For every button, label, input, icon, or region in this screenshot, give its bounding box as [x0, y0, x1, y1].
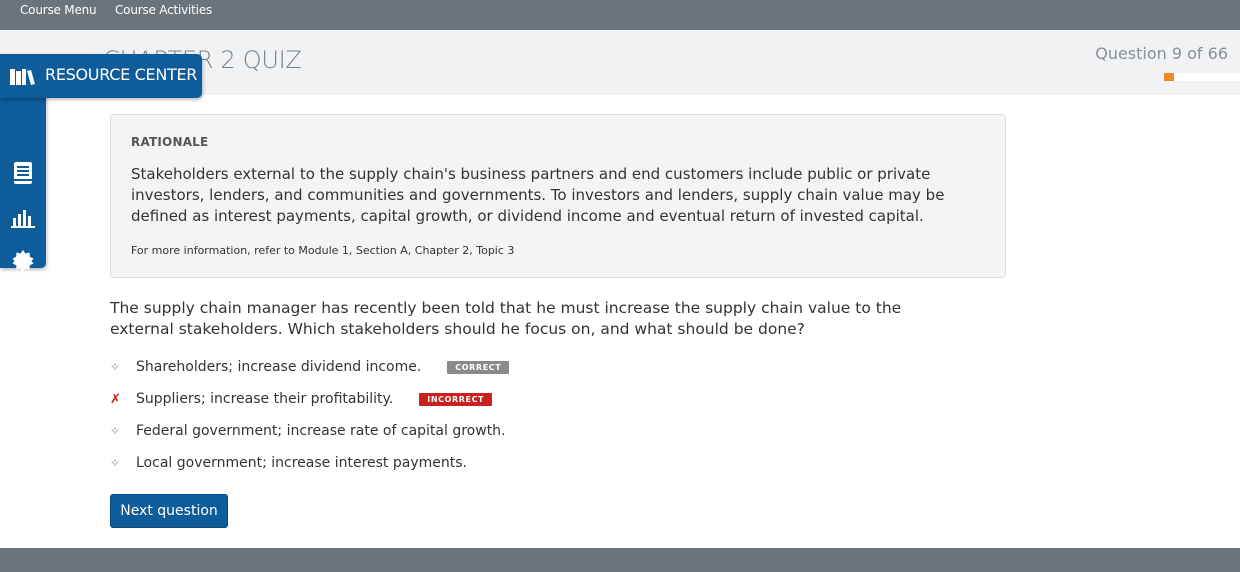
- books-icon: [10, 68, 36, 90]
- question-counter: Question 9 of 66: [1095, 44, 1228, 63]
- rationale-reference: For more information, refer to Module 1,…: [131, 244, 515, 257]
- course-activities-link[interactable]: Course Activities: [115, 3, 212, 17]
- answer-label: Suppliers; increase their profitability.: [136, 391, 394, 407]
- notebook-icon[interactable]: [11, 161, 35, 185]
- answer-marker-icon: ✧: [110, 456, 121, 470]
- rationale-panel: RATIONALE Stakeholders external to the s…: [110, 114, 1006, 278]
- progress-bar-fill: [1164, 73, 1175, 81]
- answer-marker-icon: ✧: [110, 360, 121, 374]
- answer-label: Local government; increase interest paym…: [136, 455, 467, 471]
- gear-icon[interactable]: [11, 249, 35, 273]
- answer-label: Shareholders; increase dividend income.: [136, 359, 422, 375]
- progress-bar: [1164, 73, 1240, 81]
- rationale-body: Stakeholders external to the supply chai…: [131, 165, 945, 225]
- incorrect-badge: INCORRECT: [419, 392, 493, 406]
- answer-label: Federal government; increase rate of cap…: [136, 423, 506, 439]
- top-nav-bar: Course Menu Course Activities: [0, 0, 1240, 30]
- answer-option[interactable]: ✗ Suppliers; increase their profitabilit…: [110, 389, 493, 409]
- answer-option[interactable]: ✧ Shareholders; increase dividend income…: [110, 357, 510, 377]
- incorrect-x-icon: ✗: [110, 391, 121, 407]
- next-question-button[interactable]: Next question: [110, 494, 228, 528]
- correct-badge: CORRECT: [447, 360, 510, 374]
- help-icon[interactable]: ?: [11, 293, 35, 317]
- rationale-title: RATIONALE: [131, 135, 209, 149]
- resource-center-tab[interactable]: RESOURCE CENTER: [0, 54, 202, 98]
- help-glyph: ?: [17, 294, 29, 316]
- answer-marker-icon: ✧: [110, 424, 121, 438]
- question-text: The supply chain manager has recently be…: [110, 299, 902, 338]
- answer-option[interactable]: ✧ Federal government; increase rate of c…: [110, 421, 506, 441]
- resource-center-label: RESOURCE CENTER: [45, 65, 198, 84]
- answer-option[interactable]: ✧ Local government; increase interest pa…: [110, 453, 467, 473]
- course-menu-link[interactable]: Course Menu: [20, 3, 97, 17]
- bar-chart-icon[interactable]: [11, 205, 35, 229]
- footer-bar: [0, 548, 1240, 572]
